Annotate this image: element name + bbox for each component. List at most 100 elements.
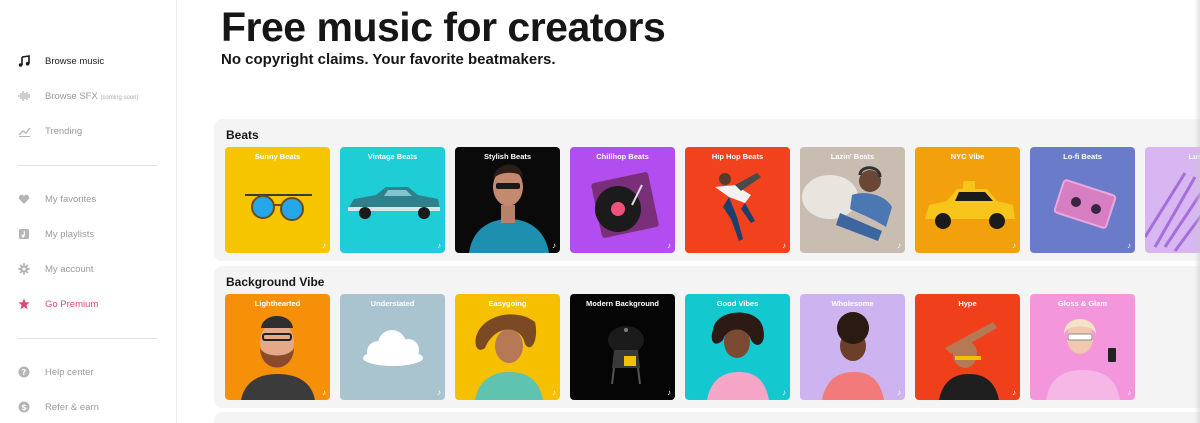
playlist-card[interactable]: Good Vibes ♪ xyxy=(685,294,790,400)
music-note-icon: ♪ xyxy=(322,388,326,397)
section-background-vibe: Background Vibe Lighthearted ♪ Understat… xyxy=(214,266,1200,408)
coming-soon-note: (coming soon) xyxy=(100,94,139,101)
card-title: Lazin' Beats xyxy=(830,152,875,161)
music-note-icon: ♪ xyxy=(782,388,786,397)
playlist-card[interactable]: Lazin' Beats ♪ xyxy=(800,147,905,253)
card-title: Easygoing xyxy=(488,299,527,308)
sidebar-item-browse-sfx[interactable]: Browse SFX (coming soon) xyxy=(0,83,177,109)
card-artwork xyxy=(802,166,892,241)
sidebar-item-label: Go Premium xyxy=(45,298,99,310)
card-title: Wholesome xyxy=(831,299,874,308)
sidebar-item-my-playlists[interactable]: My playlists xyxy=(0,221,177,247)
card-artwork xyxy=(939,322,999,400)
card-title: Lo-fi Beats xyxy=(1063,152,1102,161)
sidebar-item-help-center[interactable]: ? Help center xyxy=(0,359,177,385)
sfx-label: Browse SFX xyxy=(45,90,98,102)
section-next-peek xyxy=(214,412,1200,423)
card-artwork xyxy=(348,187,440,219)
card-row: Sunny Beats ♪ Vintage Beats ♪ Stylish Be… xyxy=(225,147,1200,253)
playlist-card[interactable]: Stylish Beats ♪ xyxy=(455,147,560,253)
card-title: Hip Hop Beats xyxy=(711,152,764,161)
music-note-icon: ♪ xyxy=(667,241,671,250)
playlist-card[interactable]: Modern Background ♪ xyxy=(570,294,675,400)
sidebar-item-my-account[interactable]: My account xyxy=(0,256,177,282)
dollar-icon: $ xyxy=(17,400,31,414)
music-note-icon xyxy=(17,54,31,68)
sidebar-item-label: My playlists xyxy=(45,228,95,240)
page-subtitle: No copyright claims. Your favorite beatm… xyxy=(221,51,556,68)
playlist-card[interactable]: Hype ♪ xyxy=(915,294,1020,400)
sidebar-item-refer-earn[interactable]: $ Refer & earn xyxy=(0,394,177,420)
music-note-icon: ♪ xyxy=(322,241,326,250)
waveform-icon xyxy=(17,89,31,103)
card-title: Stylish Beats xyxy=(483,152,532,161)
sidebar-item-trending[interactable]: Trending xyxy=(0,118,177,144)
card-title: Sunny Beats xyxy=(254,152,301,161)
sidebar-item-label: Browse SFX (coming soon) xyxy=(45,91,138,102)
star-icon xyxy=(17,297,31,311)
card-title: Gloss & Glam xyxy=(1057,299,1108,308)
music-note-icon: ♪ xyxy=(1127,241,1131,250)
sidebar-item-my-favorites[interactable]: My favorites xyxy=(0,186,177,212)
card-artwork xyxy=(591,172,659,238)
music-note-icon: ♪ xyxy=(552,388,556,397)
music-note-icon: ♪ xyxy=(437,241,441,250)
card-title: Modern Background xyxy=(586,299,659,308)
playlist-card[interactable]: NYC Vibe ♪ xyxy=(915,147,1020,253)
sidebar-item-label: Browse music xyxy=(45,55,105,67)
card-title: Lighthearted xyxy=(254,299,301,308)
playlist-card[interactable]: Easygoing ♪ xyxy=(455,294,560,400)
sidebar-item-label: Trending xyxy=(45,125,83,137)
card-title: Lush xyxy=(1145,152,1200,161)
card-artwork xyxy=(469,164,549,253)
card-artwork xyxy=(1145,172,1200,252)
sidebar-item-browse-music[interactable]: Browse music xyxy=(0,48,177,74)
gear-icon xyxy=(17,262,31,276)
playlist-card[interactable]: Vintage Beats ♪ xyxy=(340,147,445,253)
card-artwork xyxy=(715,173,761,241)
music-note-icon: ♪ xyxy=(1127,388,1131,397)
card-artwork xyxy=(241,316,315,400)
playlist-card[interactable]: Chillhop Beats ♪ xyxy=(570,147,675,253)
playlist-card[interactable]: Lush ♪ xyxy=(1145,147,1200,253)
section-beats: Beats Sunny Beats ♪ Vintage Beats ♪ Styl… xyxy=(214,119,1200,261)
svg-text:$: $ xyxy=(21,403,27,412)
help-icon: ? xyxy=(17,365,31,379)
section-title: Beats xyxy=(226,128,259,142)
playlist-card[interactable]: Wholesome ♪ xyxy=(800,294,905,400)
playlist-card[interactable]: Lighthearted ♪ xyxy=(225,294,330,400)
card-artwork xyxy=(925,181,1015,229)
music-note-icon: ♪ xyxy=(437,388,441,397)
playlist-card[interactable]: Lo-fi Beats ♪ xyxy=(1030,147,1135,253)
trending-icon xyxy=(17,124,31,138)
sidebar-item-label: Refer & earn xyxy=(45,401,99,413)
page-title: Free music for creators xyxy=(221,4,666,50)
music-note-icon: ♪ xyxy=(667,388,671,397)
card-artwork xyxy=(475,314,543,400)
playlist-card[interactable]: Sunny Beats ♪ xyxy=(225,147,330,253)
playlist-icon xyxy=(17,227,31,241)
playlist-card[interactable]: Hip Hop Beats ♪ xyxy=(685,147,790,253)
scroll-shadow xyxy=(1194,0,1200,423)
card-title: Chillhop Beats xyxy=(596,152,649,161)
sidebar-item-go-premium[interactable]: Go Premium xyxy=(0,291,177,317)
card-artwork xyxy=(245,194,312,221)
card-title: Hype xyxy=(958,299,977,308)
card-title: Good Vibes xyxy=(716,299,759,308)
card-artwork xyxy=(608,326,644,385)
card-artwork xyxy=(707,312,769,400)
music-note-icon: ♪ xyxy=(782,241,786,250)
heart-icon xyxy=(17,192,31,206)
music-note-icon: ♪ xyxy=(1012,388,1016,397)
card-artwork xyxy=(363,330,423,366)
playlist-card[interactable]: Understated ♪ xyxy=(340,294,445,400)
card-title: NYC Vibe xyxy=(950,152,985,161)
sidebar-item-label: Help center xyxy=(45,366,94,378)
card-title: Vintage Beats xyxy=(367,152,418,161)
music-note-icon: ♪ xyxy=(897,388,901,397)
card-artwork xyxy=(822,312,884,400)
music-note-icon: ♪ xyxy=(552,241,556,250)
card-title: Understated xyxy=(370,299,415,308)
section-title: Background Vibe xyxy=(226,275,325,289)
playlist-card[interactable]: Gloss & Glam ♪ xyxy=(1030,294,1135,400)
